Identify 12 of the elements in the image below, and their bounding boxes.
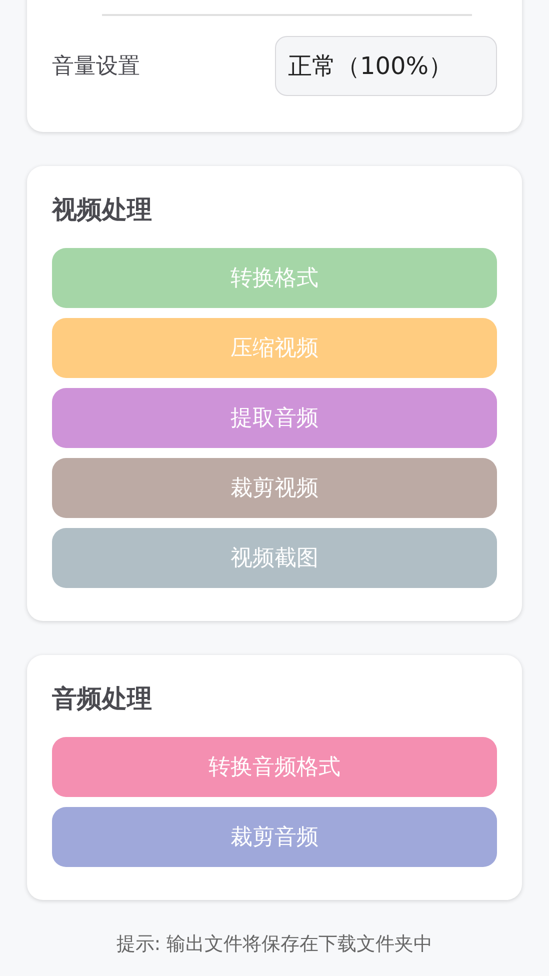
action-button[interactable]: 提取音频 bbox=[52, 388, 497, 448]
volume-label: 音量设置 bbox=[52, 52, 140, 80]
action-button[interactable]: 视频截图 bbox=[52, 528, 497, 588]
action-button[interactable]: 压缩视频 bbox=[52, 318, 497, 378]
action-button[interactable]: 裁剪视频 bbox=[52, 458, 497, 518]
action-button[interactable]: 裁剪音频 bbox=[52, 807, 497, 867]
action-button[interactable]: 转换音频格式 bbox=[52, 737, 497, 797]
section-title: 视频处理 bbox=[52, 194, 153, 226]
action-button[interactable]: 转换格式 bbox=[52, 248, 497, 308]
section-title: 音频处理 bbox=[52, 683, 153, 715]
hint-text: 提示: 输出文件将保存在下载文件夹中 bbox=[116, 932, 433, 957]
volume-dropdown[interactable]: 正常（100%） bbox=[275, 36, 497, 96]
